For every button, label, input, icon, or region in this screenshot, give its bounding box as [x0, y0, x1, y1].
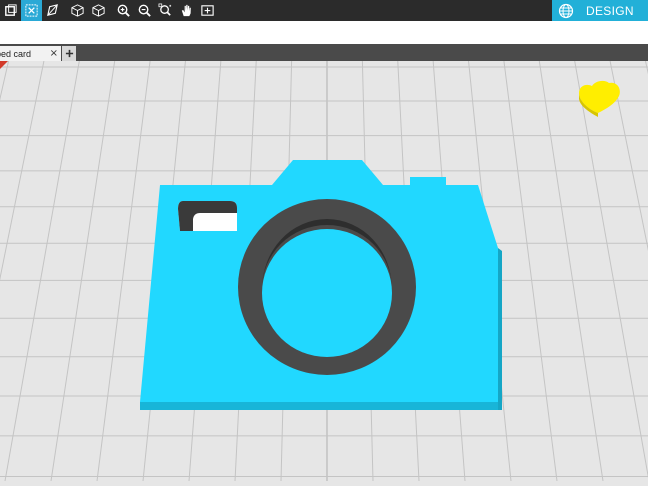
add-object-button[interactable] — [197, 0, 218, 21]
perspective-icon — [47, 4, 58, 16]
add-object-icon — [201, 5, 214, 16]
add-tab-button[interactable] — [62, 46, 76, 61]
3d-viewport[interactable] — [0, 60, 648, 482]
plus-icon — [65, 49, 73, 58]
design-mode-button[interactable]: DESIGN — [552, 0, 648, 21]
reset-view-button[interactable] — [21, 0, 42, 21]
front-view-icon — [71, 4, 84, 17]
pan-button[interactable] — [176, 0, 197, 21]
lens-center — [262, 229, 392, 357]
camera-body-bottom-face — [140, 402, 498, 410]
camera-model[interactable] — [140, 160, 502, 410]
pan-hand-icon — [181, 4, 191, 17]
design-mode-label: DESIGN — [586, 3, 634, 18]
main-toolbar: DESIGN — [0, 0, 648, 21]
zoom-region-icon — [158, 3, 172, 16]
document-tab-bar: ped card × — [0, 44, 648, 61]
document-tab-label: ped card — [0, 48, 32, 59]
close-tab-icon[interactable]: × — [50, 46, 58, 61]
zoom-region-button[interactable] — [155, 0, 176, 21]
perspective-button[interactable] — [42, 0, 63, 21]
front-view-button[interactable] — [67, 0, 88, 21]
zoom-out-icon — [138, 4, 151, 17]
zoom-in-button[interactable] — [113, 0, 134, 21]
document-tab[interactable]: ped card × — [0, 46, 61, 61]
secondary-toolbar-area — [0, 21, 648, 44]
reset-view-icon — [25, 4, 38, 17]
camera-body-side-face — [498, 248, 502, 410]
scene-canvas[interactable] — [0, 60, 648, 482]
fit-view-button[interactable] — [0, 0, 21, 21]
globe-icon — [558, 3, 574, 18]
top-view-button[interactable] — [88, 0, 109, 21]
top-view-icon — [92, 4, 105, 17]
fit-view-icon — [5, 4, 17, 16]
zoom-out-button[interactable] — [134, 0, 155, 21]
zoom-in-icon — [117, 4, 130, 17]
